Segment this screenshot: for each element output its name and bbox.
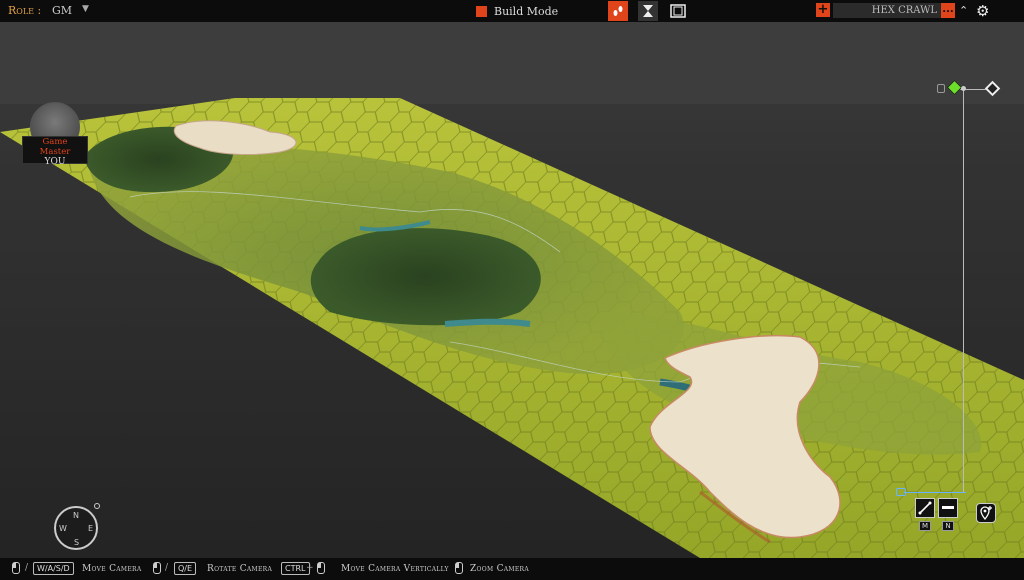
- chevron-up-icon[interactable]: ⌃: [959, 4, 968, 17]
- add-campaign-button[interactable]: +: [816, 3, 830, 17]
- role-dropdown-caret-icon[interactable]: ▼: [82, 4, 89, 14]
- lock-icon[interactable]: [937, 84, 945, 93]
- controls-hint-bar: / W/A/S/D Move Camera / Q/E Rotate Camer…: [0, 558, 1024, 580]
- role-dropdown[interactable]: GM: [52, 4, 72, 17]
- map-viewport[interactable]: Game Master YOU N S E W M N: [0, 22, 1024, 558]
- compass-rose[interactable]: N S E W: [54, 506, 98, 550]
- role-label: Role :: [8, 4, 42, 17]
- compass-west: W: [59, 524, 67, 533]
- timeline-node-icon[interactable]: [961, 86, 966, 91]
- mouse-right-icon: [317, 562, 325, 574]
- compass-reset-icon[interactable]: [94, 503, 100, 509]
- compass-east: E: [88, 524, 94, 533]
- gm-title-line2: Master: [39, 147, 71, 157]
- build-mode-indicator: [476, 6, 487, 17]
- mouse-scroll-icon: [455, 562, 463, 574]
- mouse-left-icon: [12, 562, 20, 574]
- film-mode-button[interactable]: [668, 1, 688, 21]
- river: [444, 318, 531, 327]
- game-master-badge[interactable]: Game Master YOU: [22, 102, 88, 167]
- remove-tool-shortcut: N: [942, 521, 954, 531]
- dense-forest: [310, 228, 541, 326]
- build-mode-label: Build Mode: [494, 5, 559, 18]
- map-pin-add-icon: [980, 506, 992, 521]
- top-bar: Role : GM ▼ Build Mode + HEX CRAWL ... ⌃…: [0, 0, 1024, 22]
- move-camera-hint: Move Camera: [82, 564, 142, 574]
- draw-line-tool-button[interactable]: [915, 498, 935, 518]
- zoom-camera-hint: Zoom Camera: [470, 564, 529, 574]
- plus-separator: +: [306, 563, 314, 573]
- separator: /: [25, 563, 29, 573]
- remove-tool-button[interactable]: [938, 498, 958, 518]
- minus-icon: [942, 506, 954, 509]
- build-mode-toggle[interactable]: Build Mode: [476, 5, 558, 18]
- gm-title-line1: Game: [42, 137, 68, 147]
- mouse-right-icon: [153, 562, 161, 574]
- campaign-name-field[interactable]: HEX CRAWL: [833, 3, 941, 18]
- campaign-options-button[interactable]: ...: [941, 3, 955, 18]
- footprints-mode-button[interactable]: [608, 1, 628, 21]
- move-keys: W/A/S/D: [33, 562, 74, 575]
- hourglass-mode-button[interactable]: [638, 1, 658, 21]
- hourglass-icon: [643, 5, 653, 17]
- footprints-icon: [613, 6, 623, 16]
- separator: /: [165, 563, 169, 573]
- line-tool-shortcut: M: [919, 521, 931, 531]
- rotate-camera-hint: Rotate Camera: [207, 564, 273, 574]
- rotate-keys: Q/E: [174, 562, 197, 575]
- move-camera-vertically-hint: Move Camera Vertically: [341, 564, 449, 574]
- path-segment: [904, 492, 966, 493]
- gm-player-name: YOU: [44, 157, 66, 167]
- add-marker-button[interactable]: [976, 503, 996, 523]
- compass-south: S: [74, 538, 80, 547]
- line-icon: [918, 501, 932, 515]
- compass-north: N: [73, 511, 79, 520]
- timeline-track-vertical: [963, 90, 964, 492]
- hex-map-terrain[interactable]: [0, 22, 1024, 558]
- gear-icon[interactable]: ⚙: [976, 2, 989, 20]
- game-master-plate: Game Master YOU: [22, 136, 88, 167]
- film-strip-icon: [670, 4, 686, 18]
